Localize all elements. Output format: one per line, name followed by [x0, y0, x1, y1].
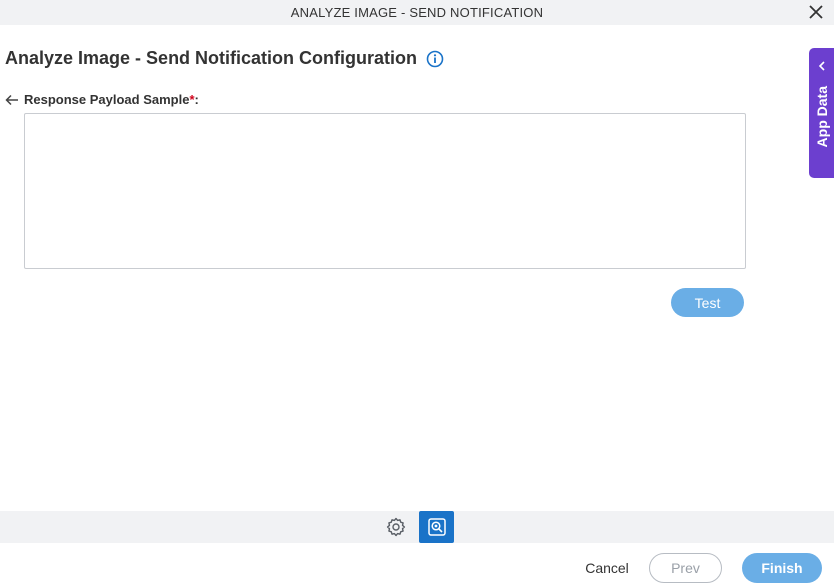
test-button[interactable]: Test: [671, 288, 744, 317]
preview-icon[interactable]: [419, 511, 454, 543]
page-title-text: Analyze Image - Send Notification Config…: [5, 48, 418, 68]
app-data-tab[interactable]: App Data: [809, 48, 834, 178]
cancel-button[interactable]: Cancel: [580, 554, 634, 582]
prev-button[interactable]: Prev: [649, 553, 722, 583]
window-titlebar: ANALYZE IMAGE - SEND NOTIFICATION: [0, 0, 834, 25]
arrow-left-icon[interactable]: [5, 93, 19, 107]
finish-button[interactable]: Finish: [742, 553, 822, 583]
chevron-left-icon: [816, 60, 828, 72]
label-suffix: :: [194, 92, 199, 107]
info-icon[interactable]: [426, 50, 444, 68]
response-payload-input[interactable]: [24, 113, 746, 269]
payload-label: Response Payload Sample *:: [5, 92, 199, 107]
gear-icon[interactable]: [385, 516, 407, 538]
payload-label-text: Response Payload Sample: [24, 92, 190, 107]
window-title: ANALYZE IMAGE - SEND NOTIFICATION: [290, 5, 544, 20]
page-title: Analyze Image - Send Notification Config…: [5, 48, 444, 69]
bottom-toolbar: [0, 511, 834, 543]
app-data-label: App Data: [813, 86, 830, 148]
close-icon[interactable]: [808, 4, 824, 20]
